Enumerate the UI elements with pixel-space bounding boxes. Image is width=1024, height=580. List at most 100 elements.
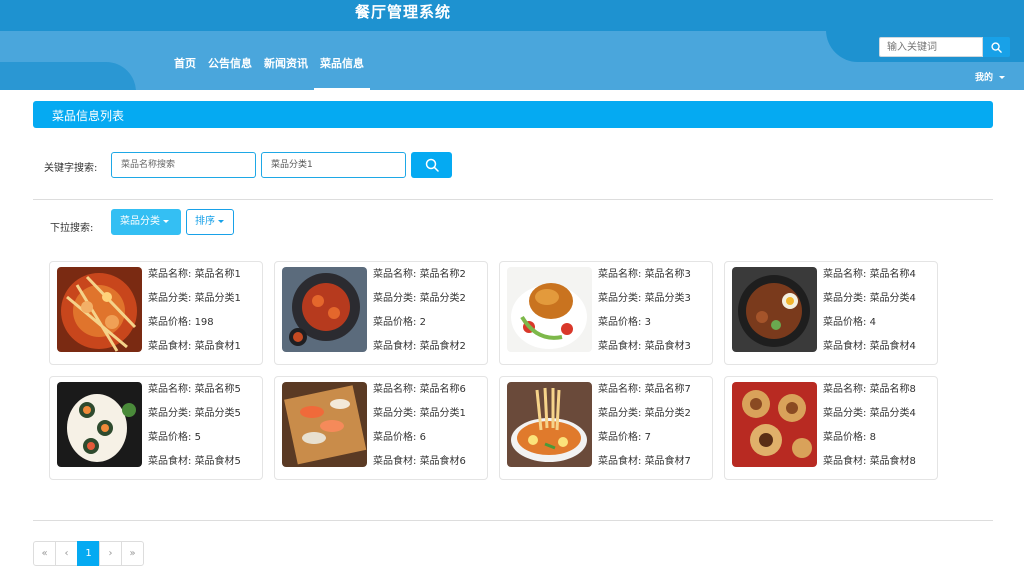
user-menu[interactable]: 我的 <box>975 70 1006 83</box>
dish-info: 菜品名称: 菜品名称3 菜品分类: 菜品分类3 菜品价格: 3 菜品食材: 菜品… <box>598 268 691 364</box>
dish-price: 3 <box>644 317 651 328</box>
field-label: 菜品名称: <box>373 269 417 280</box>
dish-card[interactable]: 菜品名称: 菜品名称6 菜品分类: 菜品分类1 菜品价格: 6 菜品食材: 菜品… <box>274 376 488 480</box>
section-header: 菜品信息列表 <box>33 101 993 128</box>
field-label: 菜品名称: <box>823 269 867 280</box>
field-label: 菜品价格: <box>823 317 867 328</box>
field-label: 菜品分类: <box>373 293 417 304</box>
dish-name: 菜品名称8 <box>869 384 916 395</box>
field-label: 菜品分类: <box>823 408 867 419</box>
site-title: 餐厅管理系统 <box>354 3 451 21</box>
field-label: 菜品分类: <box>148 408 192 419</box>
dish-name: 菜品名称3 <box>644 269 691 280</box>
category-dropdown-button[interactable]: 菜品分类 <box>111 209 181 235</box>
field-label: 菜品分类: <box>373 408 417 419</box>
last-page-button[interactable]: » <box>121 541 144 566</box>
caret-down-icon <box>163 219 169 223</box>
divider <box>33 520 993 521</box>
field-label: 菜品价格: <box>373 432 417 443</box>
field-label: 菜品价格: <box>148 432 192 443</box>
field-label: 菜品分类: <box>823 293 867 304</box>
dish-name: 菜品名称4 <box>869 269 916 280</box>
dish-category: 菜品分类1 <box>194 293 241 304</box>
section-title: 菜品信息列表 <box>52 109 125 123</box>
field-label: 菜品食材: <box>598 341 642 352</box>
site-header: 餐厅管理系统 首页 公告信息 新闻资讯 菜品信息 我的 <box>0 0 1024 90</box>
dish-category: 菜品分类5 <box>194 408 241 419</box>
dish-photo <box>282 382 367 467</box>
field-label: 菜品名称: <box>823 384 867 395</box>
sort-dropdown-button[interactable]: 排序 <box>186 209 234 235</box>
prev-page-button[interactable]: ‹ <box>55 541 78 566</box>
dish-card[interactable]: 菜品名称: 菜品名称7 菜品分类: 菜品分类2 菜品价格: 7 菜品食材: 菜品… <box>499 376 713 480</box>
header-search-button[interactable] <box>983 37 1010 57</box>
dish-category: 菜品分类4 <box>869 408 916 419</box>
dish-info: 菜品名称: 菜品名称5 菜品分类: 菜品分类5 菜品价格: 5 菜品食材: 菜品… <box>148 383 241 479</box>
caret-down-icon <box>999 76 1006 79</box>
header-search <box>879 37 1010 57</box>
dish-photo <box>732 267 817 352</box>
dish-price: 5 <box>194 432 201 443</box>
page-button-current[interactable]: 1 <box>77 541 100 566</box>
dish-card[interactable]: 菜品名称: 菜品名称5 菜品分类: 菜品分类5 菜品价格: 5 菜品食材: 菜品… <box>49 376 263 480</box>
nav-notices[interactable]: 公告信息 <box>202 50 258 90</box>
dish-price: 7 <box>644 432 651 443</box>
dish-category: 菜品分类3 <box>644 293 691 304</box>
dish-category: 菜品分类1 <box>419 408 466 419</box>
dish-card[interactable]: 菜品名称: 菜品名称4 菜品分类: 菜品分类4 菜品价格: 4 菜品食材: 菜品… <box>724 261 938 365</box>
dish-ingredient: 菜品食材6 <box>419 456 466 467</box>
dish-card[interactable]: 菜品名称: 菜品名称8 菜品分类: 菜品分类4 菜品价格: 8 菜品食材: 菜品… <box>724 376 938 480</box>
field-label: 菜品价格: <box>598 317 642 328</box>
dish-photo <box>507 267 592 352</box>
dish-name-search-input[interactable]: 菜品名称搜索 <box>111 152 256 178</box>
field-label: 菜品食材: <box>823 456 867 467</box>
dropdown-search-label: 下拉搜索: <box>50 223 94 234</box>
search-icon <box>425 158 439 172</box>
dish-info: 菜品名称: 菜品名称7 菜品分类: 菜品分类2 菜品价格: 7 菜品食材: 菜品… <box>598 383 691 479</box>
dish-price: 6 <box>419 432 426 443</box>
keyword-search-button[interactable] <box>411 152 452 178</box>
dish-ingredient: 菜品食材8 <box>869 456 916 467</box>
dish-price: 4 <box>869 317 876 328</box>
dish-ingredient: 菜品食材1 <box>194 341 241 352</box>
category-dropdown-label: 菜品分类 <box>120 216 160 227</box>
dish-category: 菜品分类2 <box>419 293 466 304</box>
dish-ingredient: 菜品食材7 <box>644 456 691 467</box>
field-label: 菜品价格: <box>823 432 867 443</box>
field-label: 菜品名称: <box>598 384 642 395</box>
pagination: « ‹ 1 › » <box>33 541 144 566</box>
dish-photo <box>732 382 817 467</box>
field-label: 菜品名称: <box>148 269 192 280</box>
field-label: 菜品价格: <box>373 317 417 328</box>
dish-name: 菜品名称5 <box>194 384 241 395</box>
next-page-button[interactable]: › <box>99 541 122 566</box>
dish-info: 菜品名称: 菜品名称8 菜品分类: 菜品分类4 菜品价格: 8 菜品食材: 菜品… <box>823 383 916 479</box>
dish-photo <box>507 382 592 467</box>
dish-info: 菜品名称: 菜品名称6 菜品分类: 菜品分类1 菜品价格: 6 菜品食材: 菜品… <box>373 383 466 479</box>
dish-card[interactable]: 菜品名称: 菜品名称3 菜品分类: 菜品分类3 菜品价格: 3 菜品食材: 菜品… <box>499 261 713 365</box>
dish-ingredient: 菜品食材2 <box>419 341 466 352</box>
nav-news[interactable]: 新闻资讯 <box>258 50 314 90</box>
field-label: 菜品名称: <box>373 384 417 395</box>
keyword-search-label: 关键字搜索: <box>44 163 98 174</box>
dish-category: 菜品分类2 <box>644 408 691 419</box>
dish-card[interactable]: 菜品名称: 菜品名称1 菜品分类: 菜品分类1 菜品价格: 198 菜品食材: … <box>49 261 263 365</box>
dish-ingredient: 菜品食材4 <box>869 341 916 352</box>
dish-category-input[interactable]: 菜品分类1 <box>261 152 406 178</box>
field-label: 菜品食材: <box>373 456 417 467</box>
field-label: 菜品食材: <box>148 456 192 467</box>
nav-dishes[interactable]: 菜品信息 <box>314 50 370 90</box>
header-search-input[interactable] <box>879 37 983 57</box>
dish-ingredient: 菜品食材5 <box>194 456 241 467</box>
dish-name: 菜品名称1 <box>194 269 241 280</box>
nav-home[interactable]: 首页 <box>168 50 202 90</box>
dish-info: 菜品名称: 菜品名称4 菜品分类: 菜品分类4 菜品价格: 4 菜品食材: 菜品… <box>823 268 916 364</box>
field-label: 菜品名称: <box>598 269 642 280</box>
search-icon <box>991 41 1002 53</box>
field-label: 菜品价格: <box>148 317 192 328</box>
dish-card[interactable]: 菜品名称: 菜品名称2 菜品分类: 菜品分类2 菜品价格: 2 菜品食材: 菜品… <box>274 261 488 365</box>
dish-photo <box>282 267 367 352</box>
field-label: 菜品价格: <box>598 432 642 443</box>
caret-down-icon <box>218 219 224 223</box>
first-page-button[interactable]: « <box>33 541 56 566</box>
